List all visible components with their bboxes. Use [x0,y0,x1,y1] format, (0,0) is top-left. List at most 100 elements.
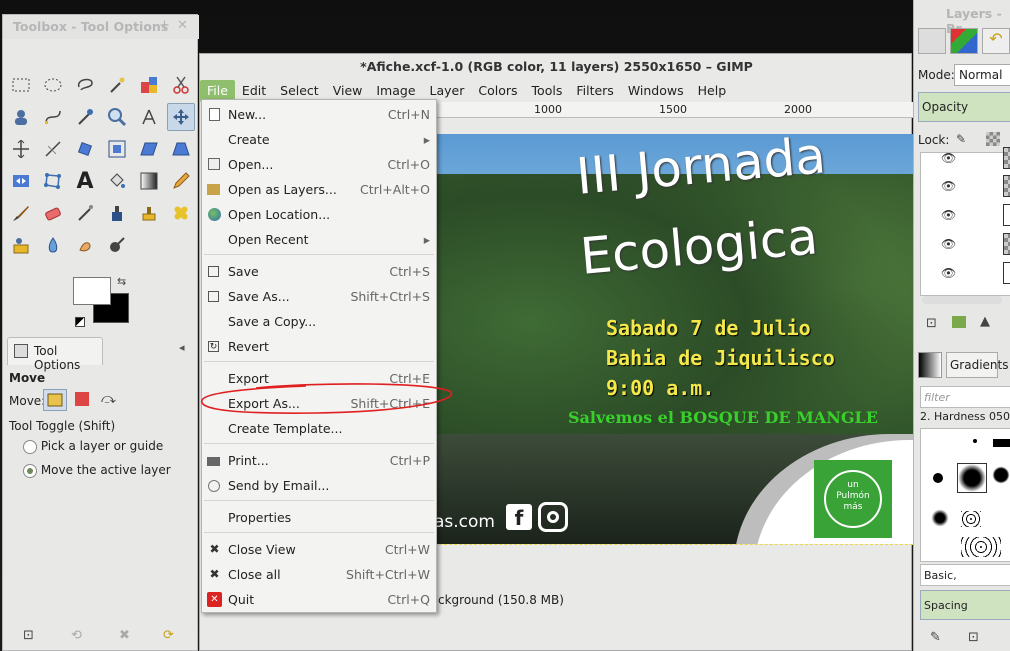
paths-tool-icon[interactable] [39,103,67,131]
blend-tool-icon[interactable] [135,167,163,195]
visibility-eye-icon[interactable]: 👁 [941,208,956,222]
visibility-eye-icon[interactable]: 👁 [941,266,956,280]
measure-tool-icon[interactable] [135,103,163,131]
brush-item[interactable] [933,473,943,483]
move-active-layer-radio[interactable] [23,463,37,478]
edit-brush-icon[interactable]: ✎ [930,630,941,645]
heal-tool-icon[interactable] [167,199,195,227]
brush-item[interactable] [961,511,981,527]
horizontal-ruler[interactable]: 1000 1500 2000 [434,102,913,118]
eraser-tool-icon[interactable] [39,199,67,227]
layer-mode-select[interactable]: Normal [954,64,1010,86]
menu-item-revert[interactable]: ↻ Revert [202,334,436,359]
menu-item-open-location[interactable]: Open Location... [202,202,436,227]
reset-tool-options-icon[interactable]: ⟳ [163,628,174,643]
perspective-tool-icon[interactable] [167,135,195,163]
menu-item-close-view[interactable]: ✖ Close View Ctrl+W [202,537,436,562]
dodge-burn-tool-icon[interactable] [103,231,131,259]
toolbox-close-icon[interactable]: ✕ [177,18,188,33]
select-by-color-tool-icon[interactable] [135,71,163,99]
layer-row[interactable]: 👁 [927,173,1010,201]
menu-item-properties[interactable]: Properties [202,505,436,530]
move-active-layer-option[interactable]: Move the active layer [23,463,171,478]
brush-spacing-slider[interactable]: Spacing [920,590,1010,620]
menu-item-save-as[interactable]: Save As... Shift+Ctrl+S [202,284,436,309]
layers-tab-icon[interactable] [918,28,946,54]
configure-tab-icon[interactable]: ◂ [179,341,185,354]
move-selection-mode-button[interactable] [75,392,89,406]
menu-item-create[interactable]: Create ▸ [202,127,436,152]
color-picker-tool-icon[interactable] [71,103,99,131]
ellipse-select-tool-icon[interactable] [39,71,67,99]
lasso-tool-icon[interactable] [71,71,99,99]
layer-row[interactable]: 👁 [927,260,1010,288]
menu-tools[interactable]: Tools [525,80,570,102]
restore-tool-preset-icon[interactable]: ⟲ [71,628,82,643]
menu-item-save-a-copy[interactable]: Save a Copy... [202,309,436,334]
tab-gradients[interactable]: Gradients [946,352,1008,378]
smudge-tool-icon[interactable] [71,231,99,259]
save-tool-preset-icon[interactable]: ⊡ [23,628,34,643]
layers-list[interactable]: 👁 👁 👁 👁 👁 [920,147,1010,296]
image-canvas[interactable]: III Jornada Ecologica Sabado 7 de Julio … [434,134,913,544]
perspective-clone-tool-icon[interactable] [7,231,35,259]
rotate-tool-icon[interactable] [71,135,99,163]
brush-item[interactable] [961,537,1001,557]
menu-item-print[interactable]: Print... Ctrl+P [202,448,436,473]
zoom-tool-icon[interactable] [103,103,131,131]
pencil-tool-icon[interactable] [167,167,195,195]
scale-tool-icon[interactable] [103,135,131,163]
menu-item-save[interactable]: Save Ctrl+S [202,259,436,284]
color-swatches[interactable]: ⇆ [73,275,131,333]
brush-item[interactable] [993,439,1010,447]
pick-layer-radio[interactable] [23,439,37,454]
brushes-grid[interactable] [920,428,1010,562]
brush-item[interactable] [991,465,1010,485]
ink-tool-icon[interactable] [103,199,131,227]
brush-filter-input[interactable]: filter [920,386,1010,408]
undo-history-tab-icon[interactable]: ↶ [982,28,1010,54]
brush-item[interactable] [973,439,977,443]
transform-tool-icon[interactable] [39,135,67,163]
lock-pixels-icon[interactable]: ✎ [956,132,966,146]
menu-help[interactable]: Help [691,80,734,102]
menu-item-open-recent[interactable]: Open Recent ▸ [202,227,436,252]
new-layer-icon[interactable]: ⊡ [926,316,937,331]
foreground-select-tool-icon[interactable] [7,103,35,131]
menu-windows[interactable]: Windows [621,80,691,102]
airbrush-tool-icon[interactable] [71,199,99,227]
move-path-mode-button[interactable]: ⤼ [101,391,116,407]
visibility-eye-icon[interactable]: 👁 [941,151,956,165]
shear-tool-icon[interactable] [135,135,163,163]
foreground-color-swatch[interactable] [73,277,111,305]
lock-alpha-icon[interactable] [986,132,1000,146]
rect-select-tool-icon[interactable] [7,71,35,99]
toolbox-add-icon[interactable]: + [159,18,170,33]
swap-colors-icon[interactable]: ⇆ [117,275,126,288]
bucket-fill-tool-icon[interactable] [103,167,131,195]
menu-item-close-all[interactable]: ✖ Close all Shift+Ctrl+W [202,562,436,587]
layers-scrollbar[interactable] [922,296,1002,304]
flip-tool-icon[interactable] [7,167,35,195]
layer-row[interactable]: 👁 [927,202,1010,230]
cage-transform-tool-icon[interactable] [39,167,67,195]
clone-tool-icon[interactable] [135,199,163,227]
raise-layer-icon[interactable]: ▲ [980,314,990,329]
tab-tool-options[interactable]: Tool Options [7,337,103,372]
menu-colors[interactable]: Colors [471,80,524,102]
layer-row[interactable]: 👁 [927,145,1010,173]
opacity-slider[interactable]: Opacity [918,92,1010,122]
paintbrush-tool-icon[interactable] [7,199,35,227]
menu-item-quit[interactable]: ✕ Quit Ctrl+Q [202,587,436,612]
brush-item-selected[interactable] [957,463,987,493]
align-tool-icon[interactable] [7,135,35,163]
layer-row[interactable]: 👁 [927,231,1010,259]
menu-item-new[interactable]: New... Ctrl+N [202,102,436,127]
brush-tag-input[interactable]: Basic, [920,564,1010,586]
visibility-eye-icon[interactable]: 👁 [941,179,956,193]
menu-item-open[interactable]: Open... Ctrl+O [202,152,436,177]
delete-tool-preset-icon[interactable]: ✖ [119,628,130,643]
blur-tool-icon[interactable] [39,231,67,259]
menu-item-send-by-email[interactable]: Send by Email... [202,473,436,498]
gradient-preview-icon[interactable] [918,352,942,378]
